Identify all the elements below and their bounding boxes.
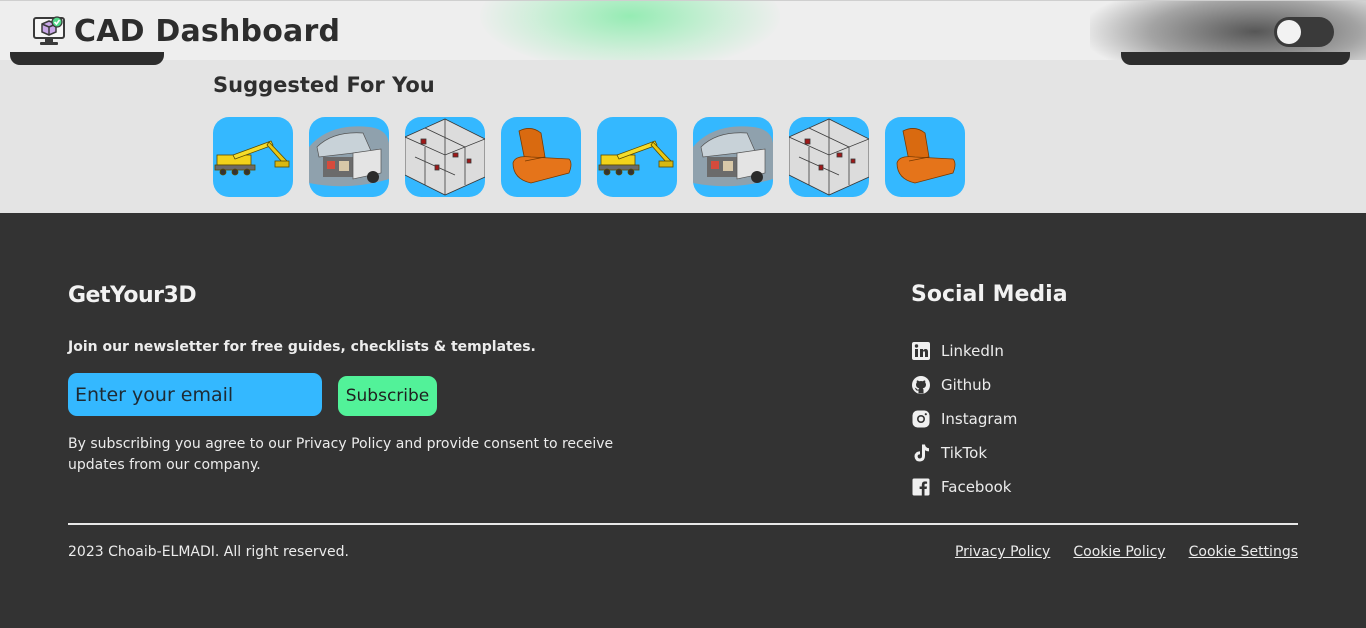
social-link-facebook[interactable]: Facebook	[911, 470, 1017, 504]
instagram-icon	[912, 410, 930, 428]
social-link-github[interactable]: Github	[911, 368, 1017, 402]
floorplan-model-thumbnail[interactable]	[405, 117, 485, 197]
toggle-knob	[1277, 20, 1301, 44]
seat-model-thumbnail[interactable]	[885, 117, 965, 197]
cookie-policy-link[interactable]: Cookie Policy	[1073, 544, 1165, 560]
car-model-thumbnail[interactable]	[693, 117, 773, 197]
linkedin-icon	[912, 342, 930, 360]
app-title: CAD Dashboard	[74, 14, 341, 49]
privacy-policy-link[interactable]: Privacy Policy	[955, 544, 1050, 560]
seat-model-thumbnail[interactable]	[501, 117, 581, 197]
copyright-text: 2023 Choaib-ELMADI. All right reserved.	[68, 544, 349, 560]
social-link-label: LinkedIn	[941, 342, 1004, 360]
social-heading: Social Media	[911, 282, 1068, 307]
suggested-list	[213, 117, 965, 197]
footer-brand: GetYour3D	[68, 283, 197, 308]
header-pill-left	[10, 52, 164, 65]
legal-links: Privacy Policy Cookie Policy Cookie Sett…	[955, 544, 1298, 560]
top-header: CAD Dashboard	[0, 0, 1366, 60]
social-list: LinkedIn Github Instagram TikTok Faceboo…	[911, 334, 1017, 504]
social-link-label: Facebook	[941, 478, 1012, 496]
cad-monitor-icon	[32, 15, 66, 47]
cookie-settings-link[interactable]: Cookie Settings	[1189, 544, 1298, 560]
header-pill-right	[1121, 52, 1350, 65]
consent-text: By subscribing you agree to our Privacy …	[68, 436, 614, 473]
facebook-icon	[912, 478, 930, 496]
social-link-linkedin[interactable]: LinkedIn	[911, 334, 1017, 368]
social-link-label: TikTok	[941, 444, 988, 462]
subscribe-button[interactable]: Subscribe	[338, 376, 437, 416]
github-icon	[912, 376, 930, 394]
header-glow	[480, 1, 780, 60]
theme-toggle[interactable]	[1274, 17, 1334, 47]
social-link-instagram[interactable]: Instagram	[911, 402, 1017, 436]
footer-divider	[68, 523, 1298, 525]
tiktok-icon	[914, 444, 929, 462]
site-footer: GetYour3D Join our newsletter for free g…	[0, 213, 1366, 628]
suggested-heading: Suggested For You	[213, 73, 435, 97]
social-link-tiktok[interactable]: TikTok	[911, 436, 1017, 470]
social-link-label: Github	[941, 376, 992, 394]
car-model-thumbnail[interactable]	[309, 117, 389, 197]
social-link-label: Instagram	[941, 410, 1018, 428]
email-input[interactable]	[68, 373, 322, 416]
crane-model-thumbnail[interactable]	[597, 117, 677, 197]
newsletter-text: Join our newsletter for free guides, che…	[68, 339, 536, 355]
crane-model-thumbnail[interactable]	[213, 117, 293, 197]
floorplan-model-thumbnail[interactable]	[789, 117, 869, 197]
